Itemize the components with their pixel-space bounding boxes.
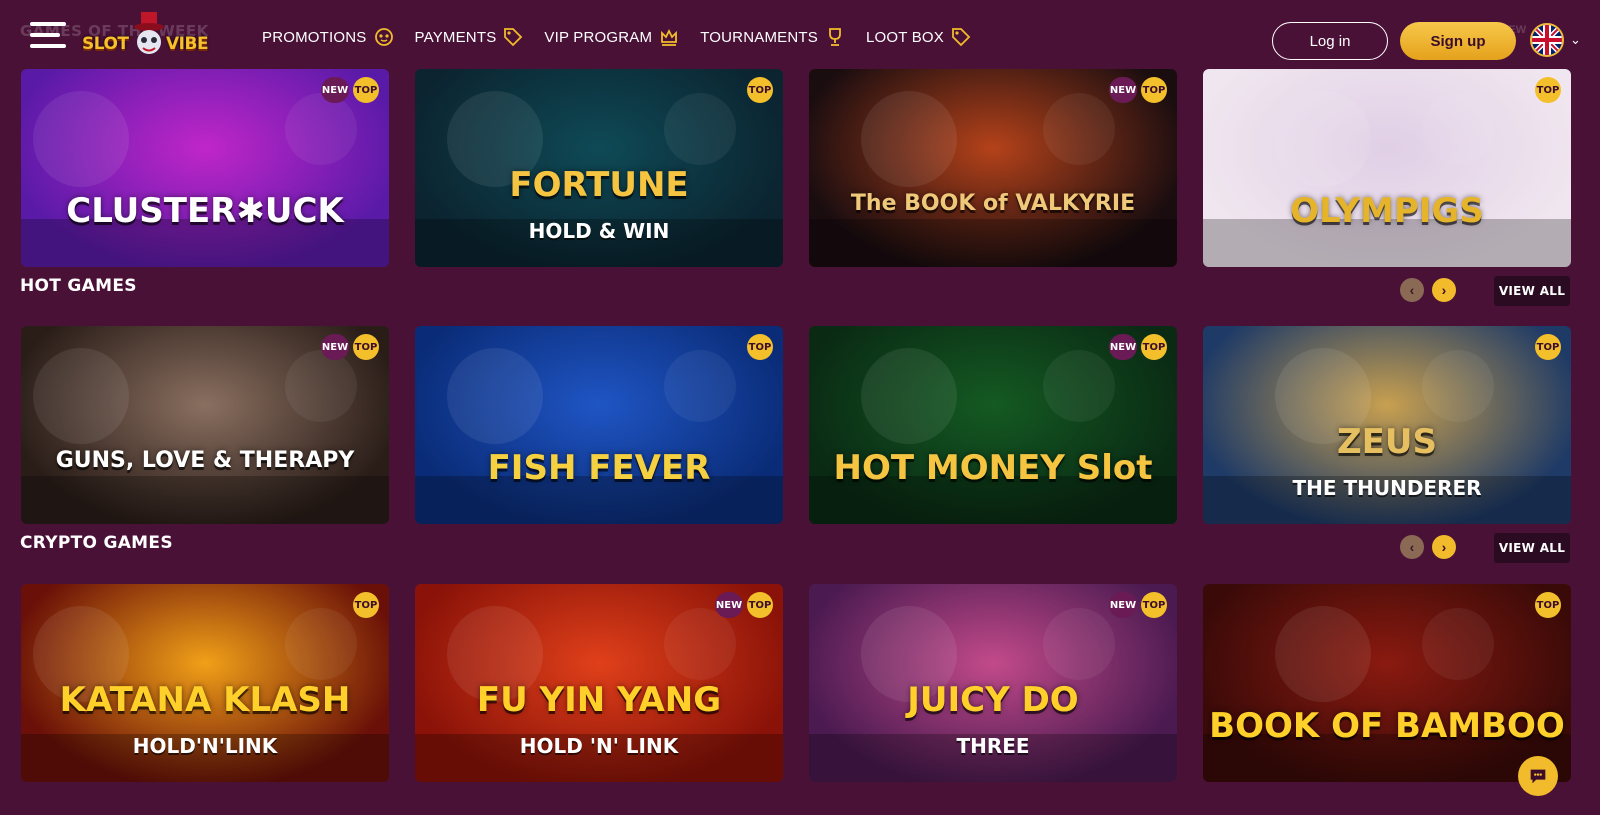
nav-vip-program[interactable]: VIP PROGRAM xyxy=(544,26,680,48)
new-badge: NEW xyxy=(715,592,743,618)
game-card[interactable]: ZEUS THE THUNDERER TOP xyxy=(1203,326,1571,524)
nav-label: LOOT BOX xyxy=(865,28,944,46)
game-title: FORTUNE xyxy=(509,165,689,205)
section-title-crypto-games: CRYPTO GAMES xyxy=(20,533,173,553)
game-card[interactable]: GUNS, LOVE & THERAPY NEW TOP xyxy=(21,326,389,524)
game-artwork xyxy=(1203,91,1571,267)
crypto-games-prev-arrow-icon[interactable]: ‹ xyxy=(1400,535,1424,559)
top-badge: TOP xyxy=(353,77,379,103)
game-title: FU YIN YANG xyxy=(476,680,722,720)
game-card[interactable]: FU YIN YANG HOLD 'N' LINK NEW TOP xyxy=(415,584,783,782)
game-title: GUNS, LOVE & THERAPY xyxy=(55,448,355,473)
trophy-icon xyxy=(829,28,841,46)
game-card[interactable]: KATANA KLASH HOLD'N'LINK TOP xyxy=(21,584,389,782)
game-card[interactable]: OLYMPIGS TOP xyxy=(1203,69,1571,267)
site-logo[interactable]: SLOT VIBE xyxy=(80,12,216,64)
top-badge: TOP xyxy=(1535,77,1561,103)
game-card[interactable]: BOOK OF BAMBOO TOP xyxy=(1203,584,1571,782)
game-artwork xyxy=(1203,606,1571,782)
game-title: FISH FEVER xyxy=(487,448,711,488)
game-title: BOOK OF BAMBOO xyxy=(1209,706,1565,746)
language-selector[interactable]: ⌄ xyxy=(1530,22,1592,58)
logo-text-right: VIBE xyxy=(166,34,209,54)
crypto-games-next-arrow-icon[interactable]: › xyxy=(1432,535,1456,559)
new-badge: NEW xyxy=(1109,77,1137,103)
game-title: CLUSTER✱UCK xyxy=(66,191,344,231)
nav-promotions[interactable]: PROMOTIONS xyxy=(262,26,395,48)
game-card[interactable]: JUICY DO THREE NEW TOP xyxy=(809,584,1177,782)
logo-mascot-icon xyxy=(134,12,164,54)
top-badge: TOP xyxy=(353,592,379,618)
hot-games-view-all-button[interactable]: VIEW ALL xyxy=(1494,276,1570,306)
new-badge: NEW xyxy=(321,77,349,103)
hot-games-next-arrow-icon[interactable]: › xyxy=(1432,278,1456,302)
game-subtitle: THE THUNDERER xyxy=(1292,476,1482,500)
menu-icon[interactable] xyxy=(30,22,66,50)
signup-button[interactable]: Sign up xyxy=(1400,22,1516,60)
game-card[interactable]: HOT MONEY Slot NEW TOP xyxy=(809,326,1177,524)
nav-payments[interactable]: PAYMENTS xyxy=(415,26,525,48)
top-badge: TOP xyxy=(1535,334,1561,360)
logo-text-left: SLOT xyxy=(82,34,129,54)
top-badge: TOP xyxy=(747,77,773,103)
top-badge: TOP xyxy=(1141,77,1167,103)
nav-label: PAYMENTS xyxy=(414,28,497,46)
top-badge: TOP xyxy=(1141,334,1167,360)
crypto-games-view-all-button[interactable]: VIEW ALL xyxy=(1494,533,1570,563)
game-title: KATANA KLASH xyxy=(59,680,351,720)
chat-bubble-icon[interactable] xyxy=(1518,756,1558,796)
main-nav: PROMOTIONS PAYMENTS VIP PROGRAM TOURNAME… xyxy=(262,26,992,48)
game-title: OLYMPIGS xyxy=(1290,191,1484,231)
top-badge: TOP xyxy=(1535,592,1561,618)
uk-flag-icon xyxy=(1530,23,1564,57)
nav-tournaments[interactable]: TOURNAMENTS xyxy=(700,26,846,48)
game-artwork xyxy=(415,348,783,524)
nav-loot-box[interactable]: LOOT BOX xyxy=(866,26,972,48)
game-card[interactable]: FORTUNE HOLD & WIN TOP xyxy=(415,69,783,267)
game-title: JUICY DO xyxy=(907,680,1079,720)
top-badge: TOP xyxy=(747,334,773,360)
nav-label: PROMOTIONS xyxy=(262,28,367,46)
new-badge: NEW xyxy=(1109,592,1137,618)
game-title: The BOOK of VALKYRIE xyxy=(850,191,1136,216)
game-card[interactable]: CLUSTER✱UCK NEW TOP xyxy=(21,69,389,267)
crown-icon xyxy=(661,28,678,46)
top-badge: TOP xyxy=(1141,592,1167,618)
new-badge: NEW xyxy=(321,334,349,360)
hot-games-prev-arrow-icon[interactable]: ‹ xyxy=(1400,278,1424,302)
top-badge: TOP xyxy=(747,592,773,618)
login-button[interactable]: Log in xyxy=(1272,22,1388,60)
chevron-down-icon: ⌄ xyxy=(1570,32,1581,47)
section-title-hot-games: HOT GAMES xyxy=(20,276,137,296)
game-card[interactable]: The BOOK of VALKYRIE NEW TOP xyxy=(809,69,1177,267)
mask-icon xyxy=(374,28,393,46)
new-badge: NEW xyxy=(1109,334,1137,360)
nav-label: VIP PROGRAM xyxy=(544,28,653,46)
game-subtitle: THREE xyxy=(956,734,1030,758)
nav-label: TOURNAMENTS xyxy=(700,28,818,46)
tag-icon xyxy=(952,28,971,47)
game-subtitle: HOLD 'N' LINK xyxy=(519,734,679,758)
game-subtitle: HOLD'N'LINK xyxy=(132,734,278,758)
site-header: GAMES OF THE WEEK VIEW SLOT VIBE PROMOTI… xyxy=(0,0,1600,68)
game-title: ZEUS xyxy=(1337,422,1437,462)
top-badge: TOP xyxy=(353,334,379,360)
game-title: HOT MONEY Slot xyxy=(833,448,1153,488)
game-subtitle: HOLD & WIN xyxy=(528,219,670,243)
game-card[interactable]: FISH FEVER TOP xyxy=(415,326,783,524)
tag-icon xyxy=(504,28,523,47)
